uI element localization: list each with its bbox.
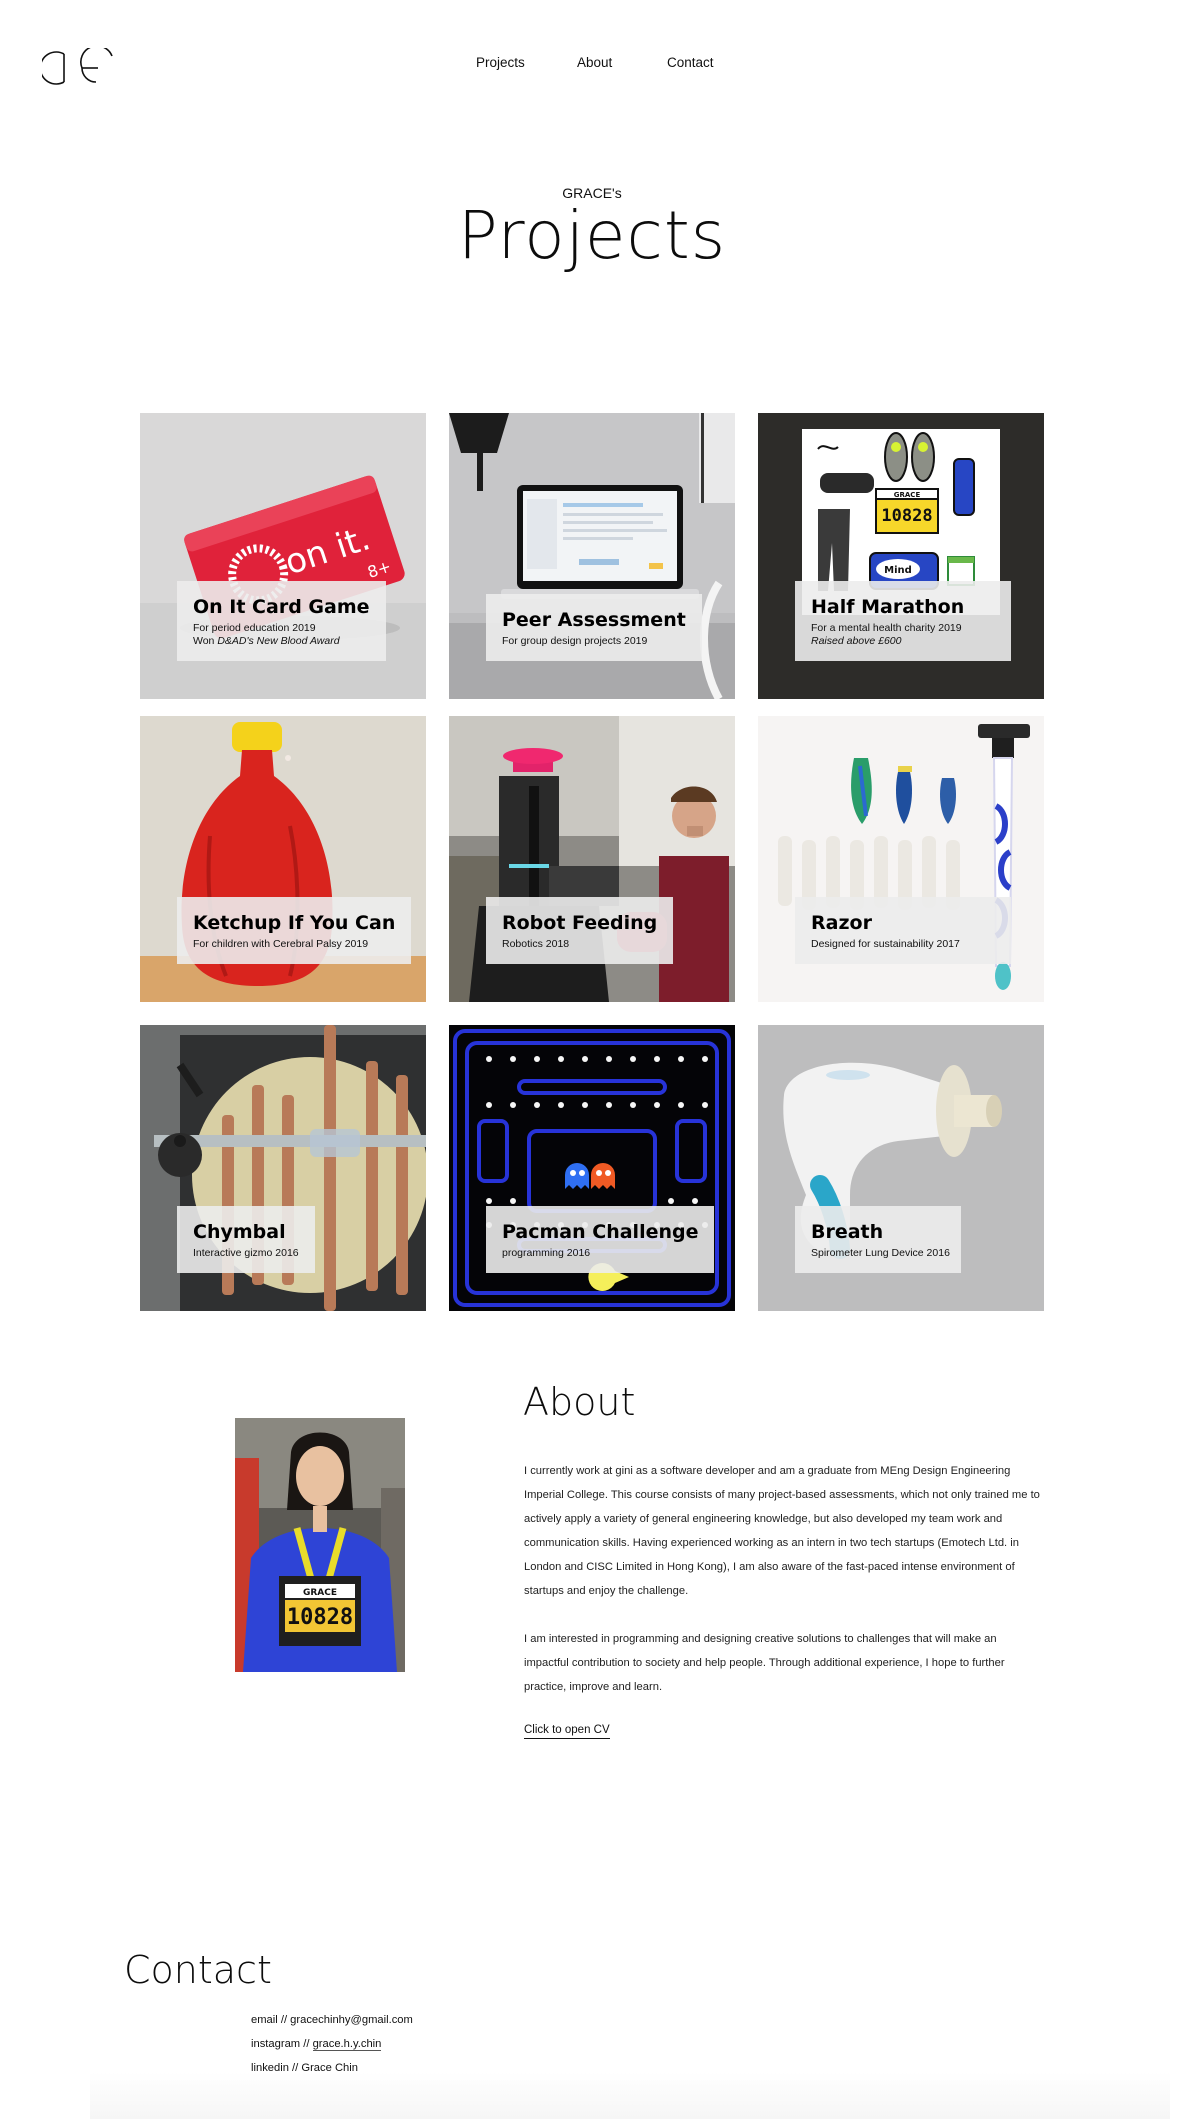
bib-number: 10828 [881,506,932,526]
main-nav: Projects About Contact [0,55,1184,75]
nav-projects-link[interactable]: Projects [476,55,525,70]
project-title: Pacman Challenge [502,1221,699,1243]
award-prefix: Won [193,635,218,647]
contact-email[interactable]: gracechinhy@gmail.com [290,2014,413,2026]
bib-name: GRACE [894,491,921,499]
contact-email-label: email // [251,2014,291,2026]
project-title: Breath [811,1221,884,1243]
contact-instagram-label: instagram // [251,2038,313,2050]
photo-bib-number: 10828 [287,1605,353,1630]
project-tile-half-marathon[interactable]: GRACE 10828 Mind Half Marathon For a men… [758,413,1044,699]
project-card: Half Marathon For a mental health charit… [795,581,1011,661]
project-card: Peer Assessment For group design project… [486,594,702,661]
project-tile-razor[interactable]: Razor Designed for sustainability 2017 [758,716,1044,1002]
project-card: Chymbal Interactive gizmo 2016 [177,1206,315,1273]
project-subtitle: Interactive gizmo 2016 [193,1247,299,1259]
project-tile-breath[interactable]: Breath Spirometer Lung Device 2016 [758,1025,1044,1311]
project-title: Peer Assessment [502,609,686,631]
project-card: Razor Designed for sustainability 2017 [795,897,1011,964]
project-tile-pacman[interactable]: Pacman Challenge programming 2016 [449,1025,735,1311]
project-card: Ketchup If You Can For children with Cer… [177,897,412,964]
project-title: Razor [811,912,872,934]
nav-about-link[interactable]: About [577,55,612,70]
project-title: Chymbal [193,1221,286,1243]
project-card: Pacman Challenge programming 2016 [486,1206,715,1273]
contact-email-row: email // gracechinhy@gmail.com [251,2008,413,2032]
photo-bib-name: GRACE [303,1588,337,1598]
open-cv-link[interactable]: Click to open CV [524,1723,610,1739]
contact-title: Contact [124,1948,272,1992]
page-title: Projects [457,197,727,274]
project-title: Half Marathon [811,596,965,618]
about-title: About [523,1380,636,1424]
project-subtitle: For group design projects 2019 [502,635,648,647]
project-tile-ketchup[interactable]: Ketchup If You Can For children with Cer… [140,716,426,1002]
project-award: Won D&AD's New Blood Award [193,635,370,648]
bag-logo-text: Mind [884,565,912,576]
contact-list: email // gracechinhy@gmail.com instagram… [251,2008,413,2080]
project-subtitle: Spirometer Lung Device 2016 [811,1247,950,1259]
project-result: Raised above £600 [811,635,902,647]
nav-contact-link[interactable]: Contact [667,55,714,70]
contact-instagram-row: instagram // grace.h.y.chin [251,2032,413,2056]
project-title: On It Card Game [193,596,370,618]
about-paragraph: I currently work at gini as a software d… [524,1465,1040,1597]
project-subtitle: For a mental health charity 2019 [811,622,962,634]
footer-fade [90,2072,1170,2119]
award-name: D&AD's New Blood Award [217,635,340,647]
about-body: I currently work at gini as a software d… [524,1459,1044,1699]
project-title: Ketchup If You Can [193,912,396,934]
about-paragraph: I am interested in programming and desig… [524,1633,1005,1693]
project-tile-chymbal[interactable]: Chymbal Interactive gizmo 2016 [140,1025,426,1311]
project-tile-on-it[interactable]: on it. 8+ On It Card Game For period edu… [140,413,426,699]
profile-photo: GRACE 10828 [235,1418,405,1672]
project-subtitle: For children with Cerebral Palsy 2019 [193,938,369,950]
instagram-link[interactable]: grace.h.y.chin [312,2038,382,2051]
project-tile-robot-feeding[interactable]: Robot Feeding Robotics 2018 [449,716,735,1002]
project-card: Breath Spirometer Lung Device 2016 [795,1206,961,1273]
project-subtitle: Robotics 2018 [502,938,570,950]
project-card: Robot Feeding Robotics 2018 [486,897,674,964]
project-subtitle: For period education 2019 [193,622,316,634]
project-title: Robot Feeding [502,912,658,934]
project-tile-peer-assessment[interactable]: Peer Assessment For group design project… [449,413,735,699]
project-subtitle: Designed for sustainability 2017 [811,938,960,950]
project-subtitle: programming 2016 [502,1247,591,1259]
project-card: On It Card Game For period education 201… [177,581,386,661]
